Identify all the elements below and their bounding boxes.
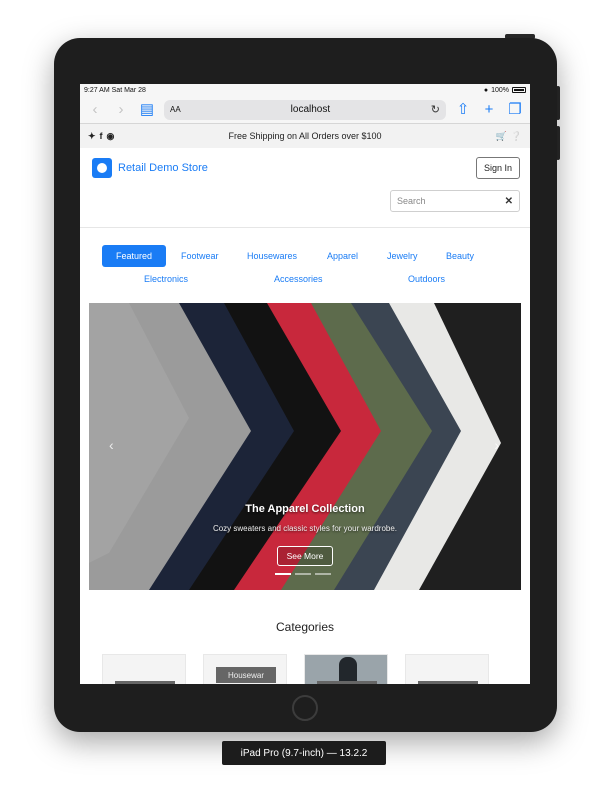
bookmarks-icon[interactable]: ▤ <box>138 102 156 117</box>
carousel-next-icon[interactable]: › <box>494 437 499 453</box>
share-icon[interactable]: ⇧ <box>454 102 472 117</box>
store-name[interactable]: Retail Demo Store <box>118 162 208 174</box>
category-card-2[interactable]: Housewar <box>203 654 287 684</box>
category-nav: Featured Footwear Housewares Apparel Jew… <box>80 228 530 308</box>
store-logo[interactable]: Retail Demo Store <box>92 158 208 178</box>
site-header: Retail Demo Store Sign In Search ✕ <box>80 148 530 228</box>
new-tab-icon[interactable]: + <box>480 102 498 117</box>
nav-item-housewares[interactable]: Housewares <box>247 251 297 261</box>
wifi-icon: ● <box>483 86 489 94</box>
nav-item-accessories[interactable]: Accessories <box>274 274 323 284</box>
category-card-band <box>317 681 377 684</box>
device-screen: 9:27 AM Sat Mar 28 ● 100% ‹ › ▤ AA local… <box>80 84 530 684</box>
promo-bar: ✦ f ◉ Free Shipping on All Orders over $… <box>80 124 530 148</box>
clear-search-icon[interactable]: ✕ <box>505 196 513 207</box>
carousel-indicators <box>275 573 331 575</box>
back-icon[interactable]: ‹ <box>86 102 104 117</box>
search-field[interactable]: Search ✕ <box>390 190 520 212</box>
status-time: 9:27 AM <box>84 86 110 94</box>
carousel-prev-icon[interactable]: ‹ <box>109 437 114 453</box>
nav-item-footwear[interactable]: Footwear <box>181 251 219 261</box>
nav-item-apparel[interactable]: Apparel <box>327 251 358 261</box>
category-card-band <box>418 681 478 684</box>
help-icon[interactable]: ❔ <box>511 131 522 142</box>
status-date: Sat Mar 28 <box>111 86 146 94</box>
category-card-1[interactable] <box>102 654 186 684</box>
category-cards: Housewar <box>102 654 489 684</box>
logo-icon <box>92 158 112 178</box>
carousel-indicator-3[interactable] <box>315 573 331 575</box>
search-input[interactable]: Search <box>397 196 505 206</box>
hero-title: The Apparel Collection <box>245 503 365 515</box>
carousel-indicator-1[interactable] <box>275 573 291 575</box>
nav-item-outdoors[interactable]: Outdoors <box>408 274 445 284</box>
carousel-indicator-2[interactable] <box>295 573 311 575</box>
promo-message: Free Shipping on All Orders over $100 <box>228 131 382 141</box>
url-text[interactable]: localhost <box>190 104 431 115</box>
status-bar: 9:27 AM Sat Mar 28 ● 100% <box>80 84 530 96</box>
instagram-icon[interactable]: ◉ <box>107 131 115 142</box>
cart-icon[interactable]: 🛒 <box>496 131 507 142</box>
category-card-3[interactable] <box>304 654 388 684</box>
forward-icon[interactable]: › <box>112 102 130 117</box>
categories-heading: Categories <box>275 620 335 634</box>
home-button[interactable] <box>292 695 318 721</box>
category-card-label: Housewar <box>216 667 276 683</box>
nav-item-beauty[interactable]: Beauty <box>446 251 474 261</box>
tabs-icon[interactable]: ❐ <box>506 102 524 117</box>
hero-subtitle: Cozy sweaters and classic styles for you… <box>212 524 398 533</box>
nav-item-electronics[interactable]: Electronics <box>144 274 188 284</box>
category-card-band <box>115 681 175 684</box>
sign-in-button[interactable]: Sign In <box>476 157 520 179</box>
device-label: iPad Pro (9.7-inch) — 13.2.2 <box>222 741 386 765</box>
category-card-photo <box>339 657 357 684</box>
nav-item-featured[interactable]: Featured <box>102 245 166 267</box>
text-size-button[interactable]: AA <box>170 105 190 114</box>
battery-icon <box>512 87 526 93</box>
nav-item-jewelry[interactable]: Jewelry <box>387 251 418 261</box>
hero-carousel[interactable]: ‹ › The Apparel Collection Cozy sweaters… <box>89 303 521 590</box>
address-bar[interactable]: AA localhost ↻ <box>164 99 446 120</box>
reload-icon[interactable]: ↻ <box>431 103 440 116</box>
see-more-button[interactable]: See More <box>277 546 333 566</box>
twitter-icon[interactable]: ✦ <box>88 131 96 142</box>
browser-toolbar: ‹ › ▤ AA localhost ↻ ⇧ + ❐ <box>80 96 530 124</box>
facebook-icon[interactable]: f <box>100 131 103 142</box>
category-card-4[interactable] <box>405 654 489 684</box>
battery-percent: 100% <box>491 86 509 94</box>
